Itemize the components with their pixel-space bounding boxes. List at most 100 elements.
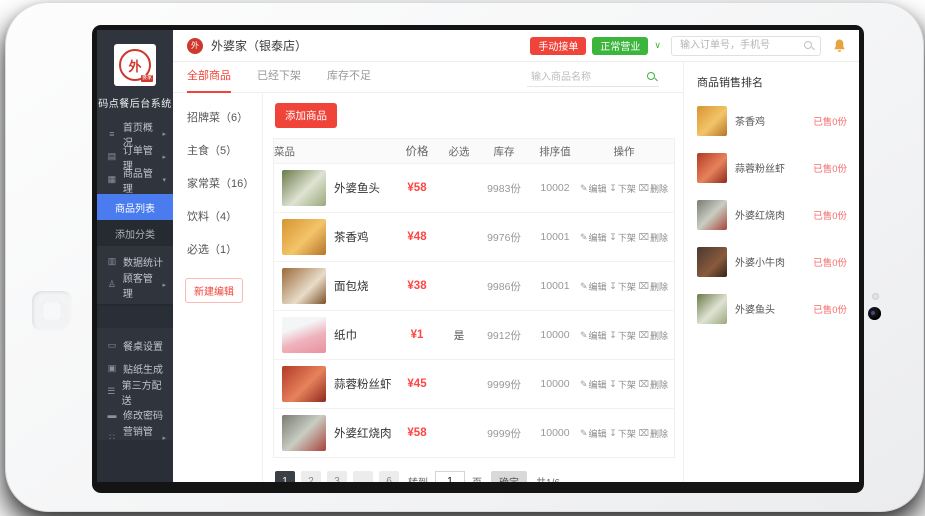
offshelf-icon: ↧: [609, 183, 617, 194]
sidebar-item-goods-list[interactable]: 商品列表: [97, 194, 173, 220]
goto-confirm-button[interactable]: 确定: [491, 471, 527, 482]
goods-icon: ▦: [106, 174, 118, 185]
dish-name: 外婆鱼头: [334, 180, 380, 196]
business-status-button[interactable]: 正常营业: [592, 37, 648, 55]
edit-icon: ✎: [580, 379, 588, 390]
category-item-signature[interactable]: 招牌菜（6）: [173, 109, 262, 125]
dish-price: ¥38: [392, 280, 442, 292]
goods-search-icon[interactable]: [647, 72, 655, 80]
dish-name: 蒜蓉粉丝虾: [334, 376, 392, 392]
edit-link[interactable]: ✎编辑: [580, 427, 607, 440]
dish-sort: 10000: [532, 427, 578, 439]
edit-link[interactable]: ✎编辑: [580, 378, 607, 391]
delete-icon: ⌧: [639, 428, 649, 439]
ranking-title: 商品销售排名: [697, 74, 847, 90]
sidebar-group-divider: [97, 304, 173, 328]
dish-price: ¥1: [392, 329, 442, 341]
edit-link[interactable]: ✎编辑: [580, 231, 607, 244]
dish-sort: 10001: [532, 231, 578, 243]
dish-photo: [697, 200, 727, 230]
edit-link[interactable]: ✎编辑: [580, 182, 607, 195]
goto-page-input[interactable]: [435, 471, 465, 482]
store-logo-icon: 外: [187, 38, 203, 54]
sidebar-item-label: 餐桌设置: [123, 338, 163, 353]
offshelf-link[interactable]: ↧下架: [609, 231, 636, 244]
page-button-1[interactable]: 1: [275, 471, 295, 482]
dish-sort: 10000: [532, 378, 578, 390]
dish-stock: 9983份: [476, 181, 532, 196]
ranking-item: 外婆小牛肉 已售0份: [697, 245, 847, 278]
edit-link[interactable]: ✎编辑: [580, 329, 607, 342]
tab-low-stock[interactable]: 库存不足: [327, 61, 371, 93]
add-goods-button[interactable]: 添加商品: [275, 103, 337, 128]
dish-sort: 10000: [532, 329, 578, 341]
category-item-drinks[interactable]: 饮料（4）: [173, 208, 262, 224]
offshelf-link[interactable]: ↧下架: [609, 280, 636, 293]
table-row: 外婆鱼头 ¥58 9983份 10002 ✎编辑 ↧下架 ⌧删除: [274, 163, 674, 212]
bell-icon[interactable]: [833, 39, 846, 53]
delete-link[interactable]: ⌧删除: [639, 378, 668, 391]
header-required: 必选: [442, 144, 476, 159]
dish-name: 茶香鸡: [334, 229, 369, 245]
page-button-ellipsis[interactable]: ...: [353, 471, 373, 482]
page-unit-label: 页: [472, 474, 482, 483]
page-button-3[interactable]: 3: [327, 471, 347, 482]
sidebar-item-add-category[interactable]: 添加分类: [97, 220, 173, 246]
brand-tag: 婆家: [141, 75, 153, 82]
header-stock: 库存: [476, 144, 532, 159]
category-item-staple[interactable]: 主食（5）: [173, 142, 262, 158]
dish-price: ¥45: [392, 378, 442, 390]
status-chevron-down-icon[interactable]: ∨: [654, 40, 661, 51]
sidebar: 外 婆家 码点餐后台系统 ≡ 首页概况 ▸ ▤ 订单管理 ▸: [97, 30, 173, 482]
page-button-6[interactable]: 6: [379, 471, 399, 482]
chevron-right-icon: ▸: [162, 281, 166, 289]
sidebar-submenu: 商品列表 添加分类: [97, 194, 173, 246]
ranking-item: 蒜蓉粉丝虾 已售0份: [697, 151, 847, 184]
sidebar-item-third-party-delivery[interactable]: ☰ 第三方配送: [97, 380, 173, 403]
delete-link[interactable]: ⌧删除: [639, 182, 668, 195]
order-search-input[interactable]: [671, 36, 821, 56]
tablet-home-button: [32, 291, 72, 331]
edit-icon: ✎: [580, 330, 588, 341]
page-button-2[interactable]: 2: [301, 471, 321, 482]
goods-search-input[interactable]: [527, 69, 659, 87]
sidebar-item-goods[interactable]: ▦ 商品管理 ▾: [97, 168, 173, 191]
offshelf-link[interactable]: ↧下架: [609, 182, 636, 195]
offshelf-link[interactable]: ↧下架: [609, 329, 636, 342]
ranking-sold-count: 已售0份: [813, 114, 847, 128]
dish-photo: [282, 219, 326, 255]
sidebar-item-label: 修改密码: [123, 407, 163, 422]
table-row: 纸巾 ¥1 是 9912份 10000 ✎编辑 ↧下架 ⌧删除: [274, 310, 674, 359]
ranking-item: 外婆红烧肉 已售0份: [697, 198, 847, 231]
dish-photo: [282, 415, 326, 451]
offshelf-link[interactable]: ↧下架: [609, 427, 636, 440]
tab-off-shelf[interactable]: 已经下架: [257, 61, 301, 93]
offshelf-link[interactable]: ↧下架: [609, 378, 636, 391]
sidebar-item-table-settings[interactable]: ▭ 餐桌设置: [97, 334, 173, 357]
edit-icon: ✎: [580, 232, 588, 243]
tabs-row: 全部商品 已经下架 库存不足: [173, 62, 683, 93]
tab-all-goods[interactable]: 全部商品: [187, 61, 231, 93]
edit-icon: ✎: [580, 428, 588, 439]
delete-link[interactable]: ⌧删除: [639, 231, 668, 244]
sidebar-item-customers[interactable]: ♙ 顾客管理 ▸: [97, 273, 173, 296]
table-header: 菜品 价格 必选 库存 排序值 操作: [274, 139, 674, 163]
delete-link[interactable]: ⌧删除: [639, 280, 668, 293]
delete-link[interactable]: ⌧删除: [639, 329, 668, 342]
dish-stock: 9999份: [476, 377, 532, 392]
system-title: 码点餐后台系统: [97, 95, 173, 110]
edit-link[interactable]: ✎编辑: [580, 280, 607, 293]
new-edit-button[interactable]: 新建编辑: [185, 278, 243, 303]
dish-photo: [697, 247, 727, 277]
sidebar-item-label: 第三方配送: [122, 377, 166, 407]
orders-icon: ▤: [106, 151, 118, 162]
ranking-dish-name: 外婆红烧肉: [735, 207, 813, 222]
dish-stock: 9976份: [476, 230, 532, 245]
dish-sort: 10002: [532, 182, 578, 194]
ranking-dish-name: 蒜蓉粉丝虾: [735, 160, 813, 175]
delete-link[interactable]: ⌧删除: [639, 427, 668, 440]
category-item-required[interactable]: 必选（1）: [173, 241, 262, 257]
category-item-homestyle[interactable]: 家常菜（16）: [173, 175, 262, 191]
app-window: 外 婆家 码点餐后台系统 ≡ 首页概况 ▸ ▤ 订单管理 ▸: [97, 30, 859, 482]
manual-order-button[interactable]: 手动接单: [530, 37, 586, 55]
